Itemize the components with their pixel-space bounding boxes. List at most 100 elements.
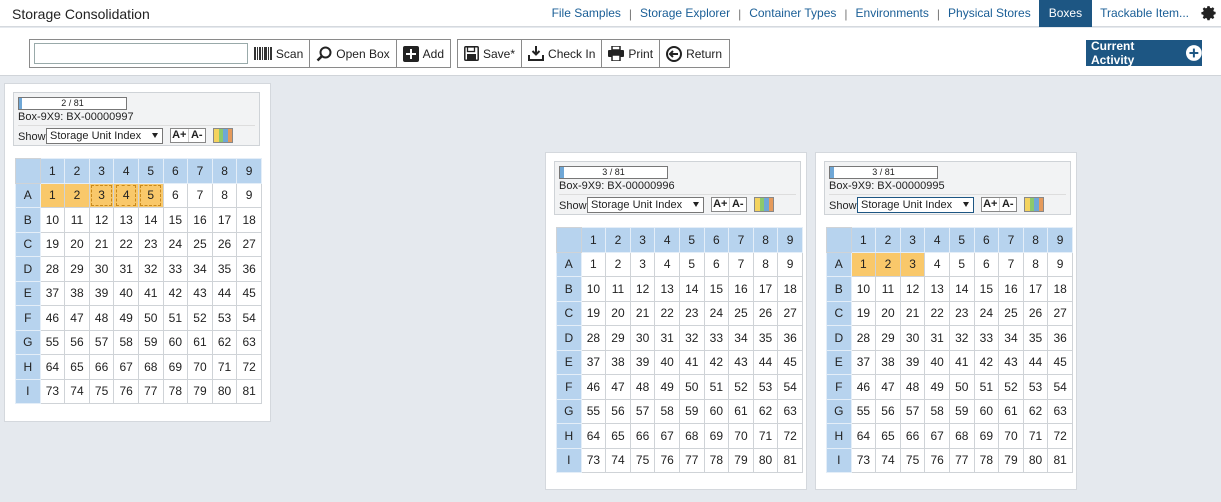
- storage-cell[interactable]: 20: [64, 231, 90, 257]
- storage-cell[interactable]: 4: [654, 251, 680, 277]
- storage-cell[interactable]: 77: [678, 447, 705, 473]
- storage-cell[interactable]: 56: [605, 398, 631, 424]
- storage-cell[interactable]: 14: [678, 276, 705, 302]
- storage-cell[interactable]: 37: [580, 349, 607, 375]
- storage-cell[interactable]: 81: [777, 447, 803, 473]
- storage-cell[interactable]: 74: [875, 447, 901, 473]
- storage-cell[interactable]: 67: [924, 423, 950, 449]
- storage-cell[interactable]: 50: [678, 374, 705, 400]
- storage-cell[interactable]: 18: [777, 276, 803, 302]
- storage-cell[interactable]: 73: [850, 447, 877, 473]
- storage-cell[interactable]: 64: [580, 423, 607, 449]
- storage-cell[interactable]: 38: [64, 280, 90, 306]
- storage-cell[interactable]: 21: [629, 300, 656, 326]
- storage-cell[interactable]: 52: [998, 374, 1024, 400]
- storage-cell[interactable]: 3: [629, 251, 656, 277]
- storage-cell[interactable]: 40: [113, 280, 139, 306]
- storage-cell[interactable]: 58: [924, 398, 950, 424]
- storage-cell[interactable]: 2: [875, 251, 901, 277]
- storage-cell[interactable]: 6: [973, 251, 1000, 277]
- storage-cell[interactable]: 69: [973, 423, 1000, 449]
- storage-cell[interactable]: 23: [678, 300, 705, 326]
- storage-cell[interactable]: 56: [64, 329, 90, 355]
- storage-cell[interactable]: 36: [236, 256, 262, 282]
- storage-cell[interactable]: 59: [678, 398, 705, 424]
- storage-cell[interactable]: 46: [850, 374, 877, 400]
- storage-cell[interactable]: 72: [236, 354, 262, 380]
- storage-cell[interactable]: 1: [850, 251, 877, 277]
- storage-cell[interactable]: 51: [973, 374, 1000, 400]
- storage-cell[interactable]: 34: [998, 325, 1024, 351]
- storage-cell[interactable]: 3: [88, 182, 115, 208]
- storage-cell[interactable]: 74: [605, 447, 631, 473]
- storage-cell[interactable]: 11: [875, 276, 901, 302]
- storage-cell[interactable]: 65: [605, 423, 631, 449]
- storage-cell[interactable]: 45: [777, 349, 803, 375]
- storage-cell[interactable]: 62: [752, 398, 779, 424]
- storage-cell[interactable]: 51: [703, 374, 730, 400]
- storage-cell[interactable]: 44: [752, 349, 779, 375]
- storage-cell[interactable]: 38: [875, 349, 901, 375]
- storage-cell[interactable]: 54: [236, 305, 262, 331]
- storage-cell[interactable]: 56: [875, 398, 901, 424]
- storage-cell[interactable]: 21: [899, 300, 926, 326]
- storage-cell[interactable]: 7: [187, 182, 213, 208]
- storage-cell[interactable]: 22: [113, 231, 139, 257]
- storage-cell[interactable]: 60: [162, 329, 189, 355]
- storage-cell[interactable]: 19: [39, 231, 66, 257]
- storage-cell[interactable]: 28: [580, 325, 607, 351]
- storage-cell[interactable]: 68: [678, 423, 705, 449]
- storage-cell[interactable]: 57: [88, 329, 115, 355]
- storage-cell[interactable]: 42: [973, 349, 1000, 375]
- show-select[interactable]: Storage Unit Index: [587, 197, 704, 213]
- storage-cell[interactable]: 79: [187, 378, 213, 404]
- storage-cell[interactable]: 35: [752, 325, 779, 351]
- storage-cell[interactable]: 40: [924, 349, 950, 375]
- storage-cell[interactable]: 72: [777, 423, 803, 449]
- storage-cell[interactable]: 80: [1022, 447, 1049, 473]
- storage-cell[interactable]: 45: [236, 280, 262, 306]
- storage-cell[interactable]: 6: [162, 182, 189, 208]
- storage-cell[interactable]: 63: [1047, 398, 1073, 424]
- storage-cell[interactable]: 31: [924, 325, 950, 351]
- storage-cell[interactable]: 2: [605, 251, 631, 277]
- storage-cell[interactable]: 49: [924, 374, 950, 400]
- storage-cell[interactable]: 31: [654, 325, 680, 351]
- open-box-button[interactable]: Open Box: [309, 40, 395, 67]
- storage-cell[interactable]: 14: [137, 207, 164, 233]
- storage-cell[interactable]: 41: [678, 349, 705, 375]
- storage-cell[interactable]: 43: [728, 349, 754, 375]
- storage-cell[interactable]: 23: [137, 231, 164, 257]
- storage-cell[interactable]: 9: [1047, 251, 1073, 277]
- storage-cell[interactable]: 77: [137, 378, 164, 404]
- storage-cell[interactable]: 7: [728, 251, 754, 277]
- storage-cell[interactable]: 10: [39, 207, 66, 233]
- color-palette-icon[interactable]: [213, 128, 233, 143]
- storage-cell[interactable]: 70: [998, 423, 1024, 449]
- storage-cell[interactable]: 57: [629, 398, 656, 424]
- storage-cell[interactable]: 50: [948, 374, 975, 400]
- storage-cell[interactable]: 68: [137, 354, 164, 380]
- storage-cell[interactable]: 47: [64, 305, 90, 331]
- storage-cell[interactable]: 15: [703, 276, 730, 302]
- storage-cell[interactable]: 64: [850, 423, 877, 449]
- storage-cell[interactable]: 43: [187, 280, 213, 306]
- storage-cell[interactable]: 32: [678, 325, 705, 351]
- storage-cell[interactable]: 10: [850, 276, 877, 302]
- storage-cell[interactable]: 76: [924, 447, 950, 473]
- storage-cell[interactable]: 35: [1022, 325, 1049, 351]
- storage-cell[interactable]: 59: [948, 398, 975, 424]
- font-decrease-button[interactable]: A-: [1000, 198, 1017, 211]
- storage-cell[interactable]: 26: [1022, 300, 1049, 326]
- storage-cell[interactable]: 22: [654, 300, 680, 326]
- storage-cell[interactable]: 13: [113, 207, 139, 233]
- storage-cell[interactable]: 74: [64, 378, 90, 404]
- storage-cell[interactable]: 39: [629, 349, 656, 375]
- storage-cell[interactable]: 27: [777, 300, 803, 326]
- storage-cell[interactable]: 63: [777, 398, 803, 424]
- storage-cell[interactable]: 76: [113, 378, 139, 404]
- storage-cell[interactable]: 54: [1047, 374, 1073, 400]
- nav-file-samples[interactable]: File Samples: [544, 0, 629, 27]
- current-activity-button[interactable]: Current Activity: [1086, 39, 1202, 67]
- storage-cell[interactable]: 16: [728, 276, 754, 302]
